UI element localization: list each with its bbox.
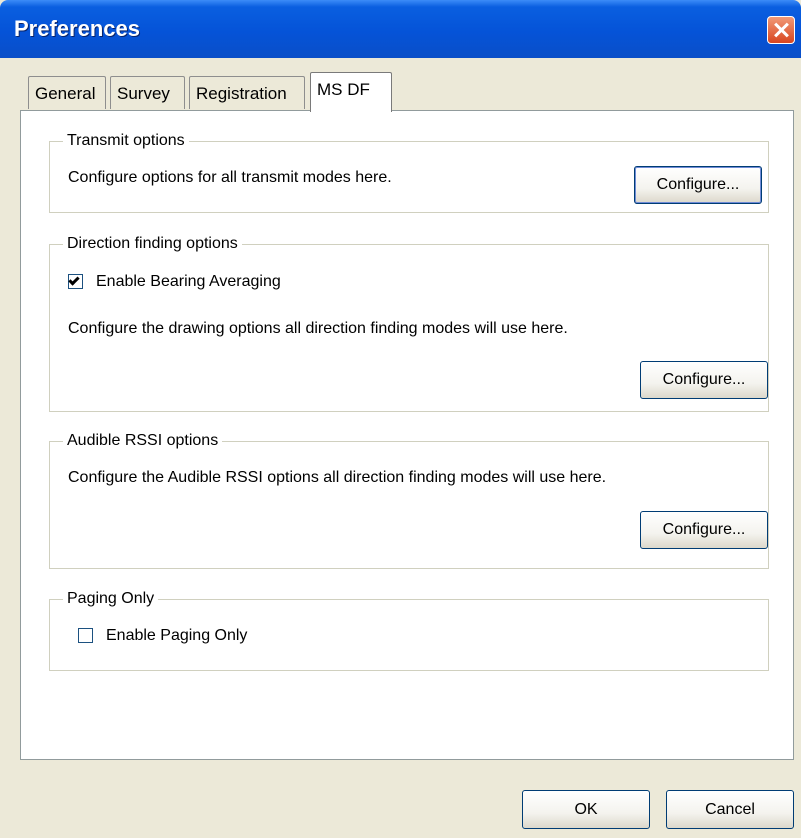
transmit-options-description: Configure options for all transmit modes… — [68, 169, 392, 186]
paging-only-group: Paging Only Enable Paging Only — [49, 589, 769, 671]
tab-general[interactable]: General — [28, 76, 106, 109]
paging-only-label[interactable]: Enable Paging Only — [106, 626, 247, 646]
bearing-averaging-label[interactable]: Enable Bearing Averaging — [96, 272, 281, 292]
title-bar[interactable]: Preferences — [0, 0, 801, 58]
direction-finding-options-group: Direction finding options Enable Bearing… — [49, 234, 769, 412]
audible-rssi-options-group: Audible RSSI options Configure the Audib… — [49, 431, 769, 569]
checkmark-icon — [68, 274, 80, 286]
cancel-button[interactable]: Cancel — [666, 790, 794, 829]
bearing-averaging-checkbox[interactable] — [68, 274, 83, 289]
audible-rssi-description: Configure the Audible RSSI options all d… — [68, 469, 607, 486]
transmit-configure-button[interactable]: Configure... — [634, 166, 762, 204]
close-icon[interactable] — [767, 16, 795, 44]
ok-button[interactable]: OK — [522, 790, 650, 829]
window-title: Preferences — [14, 16, 140, 41]
tab-survey[interactable]: Survey — [110, 76, 185, 109]
audible-rssi-configure-button[interactable]: Configure... — [640, 511, 768, 549]
tab-registration[interactable]: Registration — [189, 76, 305, 109]
paging-only-checkbox[interactable] — [78, 628, 93, 643]
transmit-options-legend: Transmit options — [63, 131, 189, 151]
tab-panel-ms-df: Transmit options Configure options for a… — [20, 110, 794, 760]
direction-finding-configure-button[interactable]: Configure... — [640, 361, 768, 399]
transmit-options-group: Transmit options Configure options for a… — [49, 131, 769, 213]
direction-finding-options-legend: Direction finding options — [63, 234, 242, 254]
direction-finding-description: Configure the drawing options all direct… — [68, 320, 568, 337]
tab-ms-df[interactable]: MS DF — [310, 72, 392, 112]
paging-only-legend: Paging Only — [63, 589, 159, 609]
audible-rssi-options-legend: Audible RSSI options — [63, 431, 223, 451]
